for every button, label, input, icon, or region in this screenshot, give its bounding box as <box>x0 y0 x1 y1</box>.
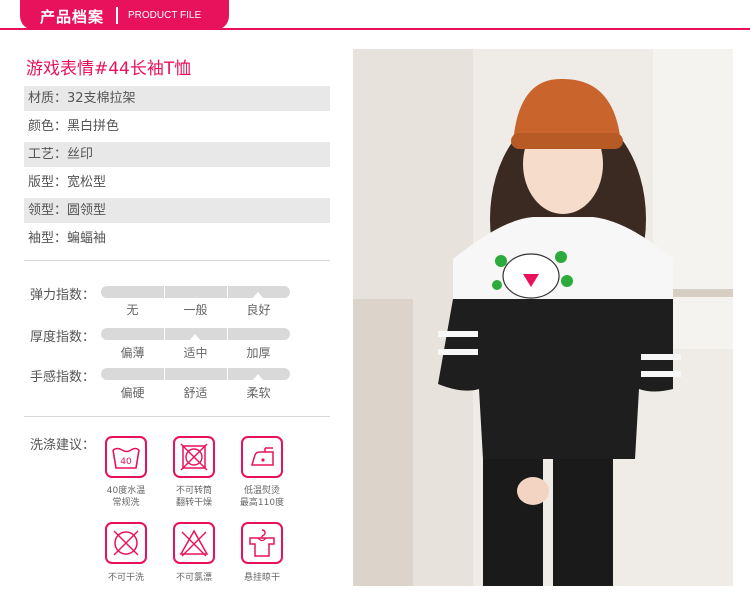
selected-marker-thickness <box>189 334 201 341</box>
track-tick <box>227 328 228 340</box>
wash-label: 洗涤建议： <box>30 438 96 453</box>
product-photo <box>353 49 733 586</box>
track-tick <box>227 286 228 298</box>
track-tick <box>164 328 165 340</box>
header-title-cn: 产品档案 <box>40 8 105 26</box>
attribute-color: 颜色：黑白拼色 <box>28 119 120 134</box>
index-option: 偏薄 <box>120 346 145 360</box>
header-separator <box>116 7 118 24</box>
hang-dry-icon <box>241 522 283 564</box>
index-label-thickness: 厚度指数： <box>30 330 96 345</box>
header-title-en: PRODUCT FILE <box>128 10 202 21</box>
wash-caption: 低温熨烫 最高110度 <box>239 486 285 508</box>
header-bar: 产品档案 PRODUCT FILE <box>0 0 750 34</box>
track-tick <box>164 286 165 298</box>
attribute-material: 材质：32支棉拉架 <box>24 86 330 111</box>
track-tick <box>164 368 165 380</box>
track-tick <box>227 368 228 380</box>
divider <box>24 260 330 261</box>
no-tumble-dry-icon <box>173 436 215 478</box>
wash-caption: 悬挂晾干 <box>243 573 280 583</box>
no-wash-icon <box>105 522 147 564</box>
index-option: 偏硬 <box>120 386 145 400</box>
no-bleach-icon <box>173 522 215 564</box>
attribute-craft: 工艺：丝印 <box>24 142 330 167</box>
product-title: 游戏表情#44长袖T恤 <box>26 59 192 79</box>
index-option: 一般 <box>183 303 208 317</box>
index-option: 适中 <box>183 346 208 360</box>
wash-40-icon: 40 <box>105 436 147 478</box>
selected-marker-elasticity <box>252 292 264 299</box>
index-option: 良好 <box>246 303 271 317</box>
index-option: 舒适 <box>183 386 208 400</box>
divider <box>24 416 330 417</box>
index-option: 柔软 <box>246 386 271 400</box>
index-label-handfeel: 手感指数： <box>30 370 96 385</box>
index-option: 无 <box>126 303 139 317</box>
svg-text:40: 40 <box>120 457 132 467</box>
attribute-collar: 领型：圆领型 <box>24 198 330 223</box>
index-option: 加厚 <box>246 346 271 360</box>
attribute-sleeve: 袖型：蝙蝠袖 <box>28 231 107 246</box>
low-iron-icon <box>241 436 283 478</box>
attribute-fit: 版型：宽松型 <box>28 175 107 190</box>
selected-marker-handfeel <box>252 374 264 381</box>
index-label-elasticity: 弹力指数： <box>30 288 96 303</box>
